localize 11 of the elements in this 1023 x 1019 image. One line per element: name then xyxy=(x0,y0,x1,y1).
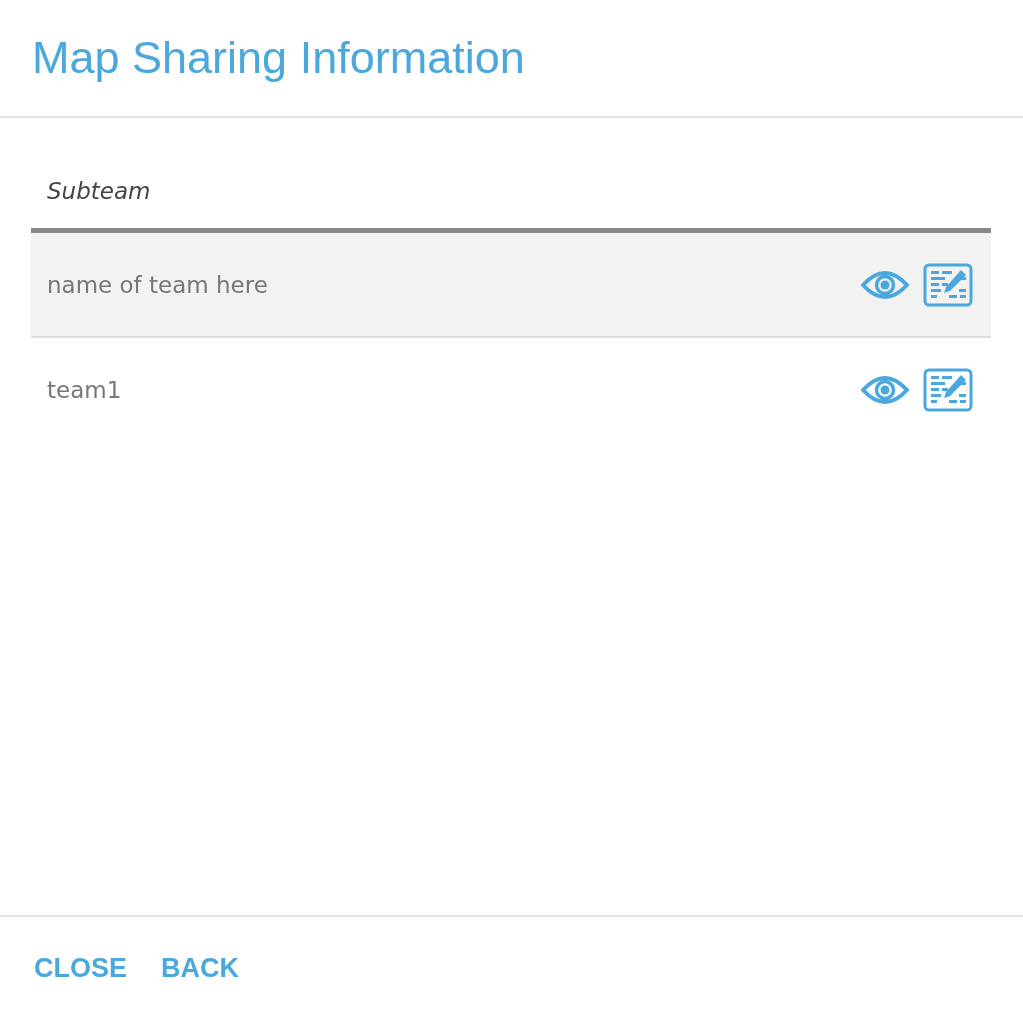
dialog-button[interactable]: BACK xyxy=(149,944,251,992)
edit-icon[interactable] xyxy=(923,262,973,307)
team-name: name of team here xyxy=(47,271,268,298)
table-row[interactable]: name of team here xyxy=(31,233,991,338)
eye-icon[interactable] xyxy=(861,374,909,405)
dialog-title: Map Sharing Information xyxy=(32,32,525,84)
team-name: team1 xyxy=(47,376,122,403)
eye-icon[interactable] xyxy=(861,269,909,300)
edit-icon[interactable] xyxy=(923,367,973,412)
column-header: Subteam xyxy=(47,178,151,204)
dialog-button[interactable]: CLOSE xyxy=(22,944,139,992)
